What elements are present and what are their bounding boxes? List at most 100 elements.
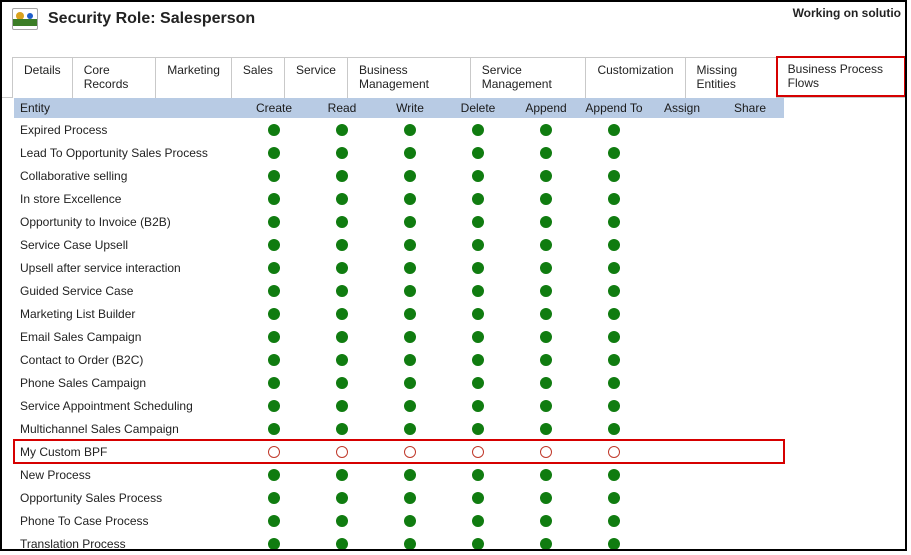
entity-name[interactable]: Expired Process	[14, 123, 240, 137]
privilege-full-icon[interactable]	[608, 308, 620, 320]
entity-name[interactable]: Lead To Opportunity Sales Process	[14, 146, 240, 160]
tab-service[interactable]: Service	[284, 57, 348, 98]
entity-name[interactable]: Email Sales Campaign	[14, 330, 240, 344]
privilege-full-icon[interactable]	[336, 193, 348, 205]
privilege-full-icon[interactable]	[336, 308, 348, 320]
privilege-none-icon[interactable]	[336, 446, 348, 458]
privilege-full-icon[interactable]	[336, 262, 348, 274]
privilege-full-icon[interactable]	[608, 515, 620, 527]
privilege-full-icon[interactable]	[540, 216, 552, 228]
privilege-full-icon[interactable]	[336, 492, 348, 504]
entity-name[interactable]: Upsell after service interaction	[14, 261, 240, 275]
privilege-full-icon[interactable]	[268, 469, 280, 481]
privilege-full-icon[interactable]	[472, 515, 484, 527]
privilege-full-icon[interactable]	[608, 124, 620, 136]
privilege-full-icon[interactable]	[472, 147, 484, 159]
privilege-full-icon[interactable]	[608, 377, 620, 389]
privilege-full-icon[interactable]	[404, 308, 416, 320]
privilege-full-icon[interactable]	[608, 170, 620, 182]
privilege-full-icon[interactable]	[540, 124, 552, 136]
privilege-full-icon[interactable]	[268, 515, 280, 527]
privilege-full-icon[interactable]	[540, 515, 552, 527]
privilege-full-icon[interactable]	[472, 400, 484, 412]
privilege-full-icon[interactable]	[472, 469, 484, 481]
privilege-full-icon[interactable]	[608, 285, 620, 297]
privilege-full-icon[interactable]	[608, 262, 620, 274]
privilege-full-icon[interactable]	[472, 216, 484, 228]
privilege-full-icon[interactable]	[336, 515, 348, 527]
entity-name[interactable]: Marketing List Builder	[14, 307, 240, 321]
privilege-full-icon[interactable]	[404, 239, 416, 251]
privilege-none-icon[interactable]	[540, 446, 552, 458]
privilege-none-icon[interactable]	[472, 446, 484, 458]
privilege-full-icon[interactable]	[540, 423, 552, 435]
privilege-full-icon[interactable]	[268, 239, 280, 251]
privilege-full-icon[interactable]	[608, 400, 620, 412]
tab-core-records[interactable]: Core Records	[72, 57, 157, 98]
entity-name[interactable]: Guided Service Case	[14, 284, 240, 298]
entity-name[interactable]: Service Appointment Scheduling	[14, 399, 240, 413]
privilege-full-icon[interactable]	[404, 492, 416, 504]
tab-service-management[interactable]: Service Management	[470, 57, 587, 98]
privilege-full-icon[interactable]	[268, 377, 280, 389]
column-header-delete[interactable]: Delete	[444, 101, 512, 115]
privilege-full-icon[interactable]	[336, 423, 348, 435]
privilege-full-icon[interactable]	[268, 262, 280, 274]
privilege-full-icon[interactable]	[404, 423, 416, 435]
privilege-full-icon[interactable]	[472, 308, 484, 320]
privilege-full-icon[interactable]	[472, 239, 484, 251]
privilege-full-icon[interactable]	[472, 170, 484, 182]
privilege-full-icon[interactable]	[540, 147, 552, 159]
column-header-read[interactable]: Read	[308, 101, 376, 115]
privilege-full-icon[interactable]	[608, 239, 620, 251]
privilege-full-icon[interactable]	[336, 216, 348, 228]
privilege-full-icon[interactable]	[540, 170, 552, 182]
privilege-full-icon[interactable]	[268, 423, 280, 435]
tab-business-management[interactable]: Business Management	[347, 57, 471, 98]
privilege-full-icon[interactable]	[472, 492, 484, 504]
privilege-full-icon[interactable]	[608, 216, 620, 228]
entity-name[interactable]: My Custom BPF	[14, 445, 240, 459]
column-header-append-to[interactable]: Append To	[580, 101, 648, 115]
privilege-full-icon[interactable]	[268, 538, 280, 550]
privilege-full-icon[interactable]	[404, 354, 416, 366]
privilege-full-icon[interactable]	[404, 469, 416, 481]
privilege-full-icon[interactable]	[472, 285, 484, 297]
column-header-create[interactable]: Create	[240, 101, 308, 115]
entity-name[interactable]: Multichannel Sales Campaign	[14, 422, 240, 436]
privilege-full-icon[interactable]	[472, 193, 484, 205]
entity-name[interactable]: Phone To Case Process	[14, 514, 240, 528]
privilege-full-icon[interactable]	[540, 538, 552, 550]
privilege-full-icon[interactable]	[268, 216, 280, 228]
tab-sales[interactable]: Sales	[231, 57, 285, 98]
privilege-full-icon[interactable]	[336, 124, 348, 136]
privilege-full-icon[interactable]	[608, 469, 620, 481]
privilege-full-icon[interactable]	[268, 308, 280, 320]
privilege-full-icon[interactable]	[268, 354, 280, 366]
privilege-full-icon[interactable]	[404, 216, 416, 228]
privilege-none-icon[interactable]	[404, 446, 416, 458]
privilege-full-icon[interactable]	[540, 469, 552, 481]
column-header-entity[interactable]: Entity	[14, 101, 240, 115]
privilege-full-icon[interactable]	[472, 377, 484, 389]
privilege-full-icon[interactable]	[336, 469, 348, 481]
privilege-full-icon[interactable]	[268, 193, 280, 205]
privilege-full-icon[interactable]	[608, 423, 620, 435]
privilege-full-icon[interactable]	[608, 193, 620, 205]
privilege-full-icon[interactable]	[268, 124, 280, 136]
privilege-none-icon[interactable]	[268, 446, 280, 458]
privilege-full-icon[interactable]	[540, 285, 552, 297]
privilege-full-icon[interactable]	[336, 377, 348, 389]
privilege-full-icon[interactable]	[336, 239, 348, 251]
entity-name[interactable]: Phone Sales Campaign	[14, 376, 240, 390]
privilege-full-icon[interactable]	[336, 331, 348, 343]
entity-name[interactable]: Opportunity to Invoice (B2B)	[14, 215, 240, 229]
privilege-full-icon[interactable]	[540, 193, 552, 205]
privilege-full-icon[interactable]	[268, 285, 280, 297]
privilege-full-icon[interactable]	[540, 492, 552, 504]
privilege-full-icon[interactable]	[540, 331, 552, 343]
column-header-share[interactable]: Share	[716, 101, 784, 115]
privilege-full-icon[interactable]	[404, 331, 416, 343]
privilege-full-icon[interactable]	[608, 492, 620, 504]
privilege-full-icon[interactable]	[336, 400, 348, 412]
